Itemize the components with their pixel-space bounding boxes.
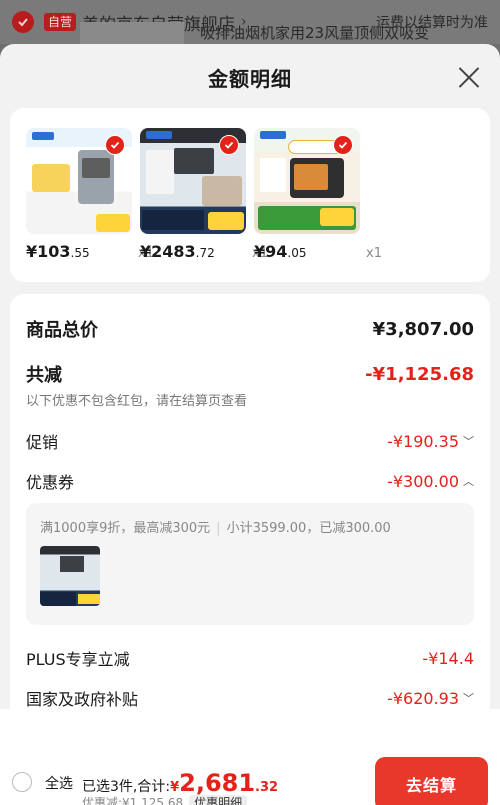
select-all-radio[interactable]: [12, 772, 32, 792]
product-item[interactable]: ¥103.55 x1: [26, 128, 154, 261]
grand-total: ¥2,681.32: [170, 769, 279, 797]
carafe-shape: [82, 158, 110, 178]
brand-logo-icon: [146, 131, 172, 139]
product-price-row: ¥2483.72 x1: [140, 242, 268, 261]
background-product-title: 吸排油烟机家用23风量顶侧双吸变: [200, 24, 430, 42]
self-operated-tag: 自营: [44, 13, 77, 31]
person-figure: [202, 176, 242, 206]
coupon-label: 优惠券: [26, 473, 75, 492]
product-price-row: ¥94.05 x1: [254, 242, 382, 261]
product-price-row: ¥103.55 x1: [26, 242, 154, 261]
subsidy-banner: [142, 210, 204, 230]
promotion-value: -¥190.35: [387, 431, 459, 451]
selected-count: 已选3件,合计:: [82, 779, 171, 795]
total-reduction-value: -¥1,125.68: [365, 363, 474, 385]
feature-list-block: [260, 158, 286, 192]
plus-discount-value: -¥14.4: [422, 648, 474, 668]
product-price: ¥94.05: [254, 242, 307, 261]
select-all-label[interactable]: 全选: [45, 773, 73, 793]
coupon-badge-shape: [32, 164, 70, 192]
close-icon[interactable]: [458, 66, 480, 88]
goods-total-label: 商品总价: [26, 320, 98, 341]
promo-price-tag: [78, 594, 100, 604]
subsidy-row[interactable]: 国家及政府补贴 -¥620.93 ﹀: [26, 686, 474, 710]
price-summary-card: 商品总价 ¥3,807.00 共减 -¥1,125.68 以下优惠不包含红包，请…: [10, 294, 490, 728]
sheet-title: 金额明细: [208, 66, 292, 91]
subsidy-label: 国家及政府补贴: [26, 690, 139, 709]
range-hood-illustration: [174, 148, 214, 174]
plus-discount-row: PLUS专享立减 -¥14.4: [26, 646, 474, 670]
subsidy-banner: [40, 592, 76, 606]
chevron-down-icon[interactable]: ﹀: [463, 690, 474, 706]
product-item[interactable]: ¥94.05 x1: [254, 128, 382, 261]
sheet-header: 金额明细: [0, 44, 500, 110]
product-price: ¥2483.72: [140, 242, 215, 261]
discount-amount: 优惠减:¥1,125.68: [82, 796, 184, 805]
promo-price-tag: [96, 214, 130, 232]
store-selected-check-icon[interactable]: [12, 11, 34, 33]
promo-price-tag: [320, 208, 354, 226]
discount-detail-button[interactable]: 优惠明细: [189, 795, 248, 805]
promotion-row[interactable]: 促销 -¥190.35 ﹀: [26, 429, 474, 453]
product-image[interactable]: [254, 128, 360, 234]
checkout-button[interactable]: 去结算: [375, 757, 488, 805]
promotion-label: 促销: [26, 433, 59, 452]
amount-detail-sheet: 金额明细 ¥103.55 x1 ¥2483.72 x1 ¥94.05 x1 商品…: [0, 44, 500, 805]
chevron-up-icon[interactable]: ︿: [463, 473, 474, 489]
product-image[interactable]: [140, 128, 246, 234]
coupon-detail-box: 满1000享9折，最高减300元 | 小计3599.00，已减300.00: [26, 503, 474, 625]
selected-check-icon[interactable]: [333, 135, 353, 155]
product-item[interactable]: ¥2483.72 x1: [140, 128, 268, 261]
spec-text-block: [146, 150, 174, 194]
coupon-rule-text: 满1000享9折，最高减300元 | 小计3599.00，已减300.00: [40, 517, 391, 536]
range-hood-illustration: [60, 556, 84, 572]
product-quantity: x1: [366, 246, 382, 261]
product-price: ¥103.55: [26, 242, 90, 261]
total-reduction-label: 共减: [26, 365, 62, 386]
coupon-value: -¥300.00: [387, 471, 459, 491]
total-reduction-row: 共减 -¥1,125.68: [26, 361, 474, 387]
chevron-down-icon[interactable]: ﹀: [463, 433, 474, 449]
brand-logo-icon: [260, 131, 286, 139]
promo-price-tag: [208, 212, 244, 230]
brand-logo-icon: [32, 132, 54, 140]
coupon-product-thumb[interactable]: [40, 546, 100, 606]
oven-window: [294, 164, 328, 190]
selected-check-icon[interactable]: [219, 135, 239, 155]
selected-check-icon[interactable]: [105, 135, 125, 155]
plus-discount-label: PLUS专享立减: [26, 650, 130, 669]
coupon-row[interactable]: 优惠券 -¥300.00 ︿: [26, 469, 474, 493]
product-list-card: ¥103.55 x1 ¥2483.72 x1 ¥94.05 x1: [10, 108, 490, 282]
goods-total-row: 商品总价 ¥3,807.00: [26, 316, 474, 342]
subsidy-value: -¥620.93: [387, 688, 459, 708]
selected-summary: 已选3件,合计: ¥2,681.32: [82, 769, 278, 797]
discount-summary: 优惠减:¥1,125.68 优惠明细: [82, 794, 248, 805]
coupon-subtotal: 小计3599.00，已减300.00: [226, 521, 391, 536]
coupon-rule: 满1000享9折，最高减300元: [40, 521, 211, 536]
checkout-bar: 全选 已选3件,合计: ¥2,681.32 优惠减:¥1,125.68 优惠明细 …: [0, 709, 500, 805]
product-image[interactable]: [26, 128, 132, 234]
divider: |: [216, 521, 221, 536]
goods-total-value: ¥3,807.00: [372, 318, 474, 340]
reduction-note: 以下优惠不包含红包，请在结算页查看: [26, 394, 248, 409]
